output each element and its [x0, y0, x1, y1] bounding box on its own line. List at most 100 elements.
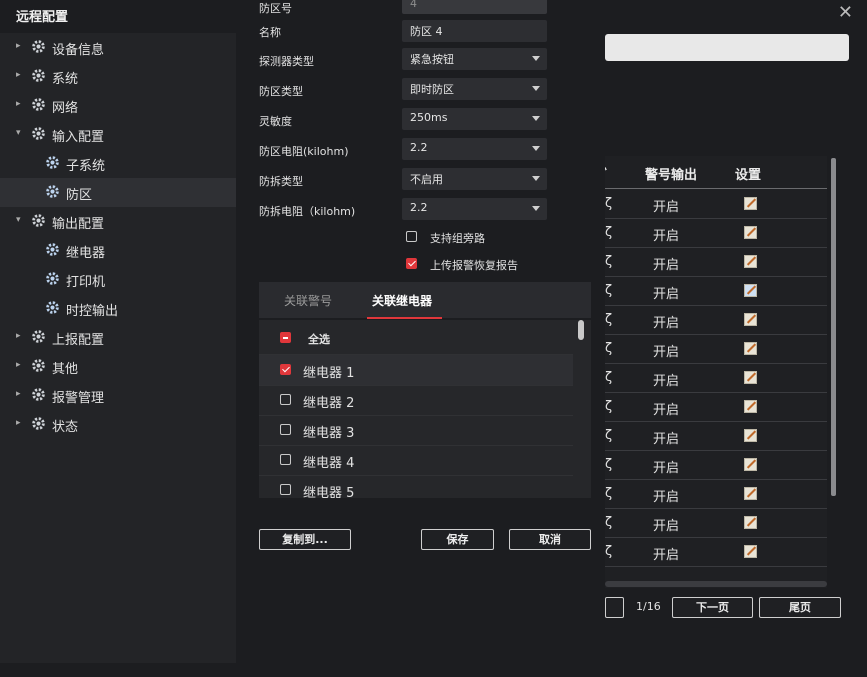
table-row[interactable]: ζ 开启: [605, 421, 827, 451]
edit-icon[interactable]: [744, 255, 757, 268]
table-cell-clipped: ζ: [605, 428, 613, 443]
table-row[interactable]: ζ 开启: [605, 334, 827, 364]
chevron-down-icon[interactable]: ▾: [16, 215, 21, 225]
tamper-resistor-value: 2.2: [410, 201, 428, 214]
table-cell-clipped: ζ: [605, 399, 613, 414]
sidebar-item[interactable]: ▸ 其他: [0, 352, 236, 381]
search-input[interactable]: [605, 34, 849, 61]
chevron-right-icon[interactable]: ▸: [16, 70, 21, 80]
edit-icon[interactable]: [744, 429, 757, 442]
edit-icon[interactable]: [744, 226, 757, 239]
sidebar-item[interactable]: ▸ 设备信息: [0, 33, 236, 62]
edit-icon[interactable]: [744, 284, 757, 297]
sidebar-item[interactable]: ▸ 上报配置: [0, 323, 236, 352]
restore-report-checkbox[interactable]: [406, 258, 417, 269]
sidebar-item[interactable]: ▸ 状态: [0, 410, 236, 439]
edit-icon[interactable]: [744, 197, 757, 210]
name-field[interactable]: 防区 4: [402, 20, 547, 42]
detector-type-select[interactable]: 紧急按钮: [402, 48, 547, 70]
table-row[interactable]: ζ 开启: [605, 450, 827, 480]
relay-checkbox[interactable]: [280, 394, 291, 405]
siren-output-cell: 开启: [653, 258, 680, 273]
table-row[interactable]: ζ 开启: [605, 276, 827, 306]
zone-type-value: 即时防区: [410, 83, 454, 96]
chevron-right-icon[interactable]: ▸: [16, 418, 21, 428]
window-title: 远程配置: [16, 10, 69, 25]
group-bypass-label: 支持组旁路: [430, 232, 485, 245]
chevron-right-icon[interactable]: ▸: [16, 360, 21, 370]
sidebar-item[interactable]: ▸ 网络: [0, 91, 236, 120]
copy-to-button[interactable]: 复制到...: [259, 529, 351, 550]
siren-output-cell: 开启: [653, 287, 680, 302]
table-row[interactable]: ζ 开启: [605, 247, 827, 277]
edit-icon[interactable]: [744, 458, 757, 471]
chevron-right-icon[interactable]: ▸: [16, 331, 21, 341]
close-icon[interactable]: ✕: [838, 2, 853, 23]
chevron-down-icon[interactable]: ▾: [16, 128, 21, 138]
table-row[interactable]: ζ 开启: [605, 479, 827, 509]
relay-list-scrollbar[interactable]: [578, 320, 584, 340]
edit-icon[interactable]: [744, 545, 757, 558]
save-button[interactable]: 保存: [421, 529, 494, 550]
zone-resistor-select[interactable]: 2.2: [402, 138, 547, 160]
relay-row[interactable]: 继电器 3: [259, 415, 573, 446]
sidebar-item[interactable]: 时控输出: [0, 294, 236, 323]
table-row[interactable]: ζ 开启: [605, 218, 827, 248]
tamper-type-select[interactable]: 不启用: [402, 168, 547, 190]
gear-icon: [31, 387, 47, 403]
relay-row[interactable]: 继电器 5: [259, 475, 573, 498]
edit-icon[interactable]: [744, 371, 757, 384]
edit-icon[interactable]: [744, 516, 757, 529]
table-row[interactable]: ζ 开启: [605, 305, 827, 335]
sidebar-item[interactable]: 继电器: [0, 236, 236, 265]
chevron-down-icon: [532, 56, 540, 61]
sidebar-item[interactable]: ▸ 报警管理: [0, 381, 236, 410]
zone-type-select[interactable]: 即时防区: [402, 78, 547, 100]
table-row[interactable]: ζ 开启: [605, 363, 827, 393]
chevron-right-icon[interactable]: ▸: [16, 99, 21, 109]
table-cell-clipped: ζ: [605, 515, 613, 530]
next-page-button[interactable]: 下一页: [672, 597, 753, 618]
table-row[interactable]: ζ 开启: [605, 537, 827, 567]
sidebar-item[interactable]: 打印机: [0, 265, 236, 294]
tamper-resistor-select[interactable]: 2.2: [402, 198, 547, 220]
relay-checkbox[interactable]: [280, 484, 291, 495]
relay-row[interactable]: 继电器 4: [259, 445, 573, 476]
table-row[interactable]: ζ 开启: [605, 508, 827, 538]
page-input[interactable]: [605, 597, 624, 618]
relay-row[interactable]: 继电器 1: [259, 355, 573, 386]
siren-output-header: 警号输出: [645, 168, 698, 183]
siren-output-cell: 开启: [653, 374, 680, 389]
cancel-button[interactable]: 取消: [509, 529, 591, 550]
table-row[interactable]: ζ 开启: [605, 189, 827, 219]
clipped-header: ﾞ: [605, 168, 610, 183]
edit-icon[interactable]: [744, 313, 757, 326]
sidebar-item[interactable]: 防区: [0, 178, 236, 207]
sidebar-item[interactable]: ▾ 输出配置: [0, 207, 236, 236]
relay-checkbox[interactable]: [280, 424, 291, 435]
edit-icon[interactable]: [744, 400, 757, 413]
table-vertical-scrollbar[interactable]: [831, 158, 836, 496]
relay-checkbox[interactable]: [280, 364, 291, 375]
table-row[interactable]: ζ 开启: [605, 392, 827, 422]
sensitivity-select[interactable]: 250ms: [402, 108, 547, 130]
tab-linked-siren[interactable]: 关联警号: [284, 292, 332, 309]
relay-row[interactable]: 继电器 2: [259, 385, 573, 416]
gear-icon: [45, 242, 61, 258]
sidebar-item[interactable]: ▸ 系统: [0, 62, 236, 91]
last-page-button[interactable]: 尾页: [759, 597, 841, 618]
select-all-row[interactable]: 全选: [259, 322, 573, 355]
edit-icon[interactable]: [744, 487, 757, 500]
settings-header: 设置: [735, 168, 762, 183]
group-bypass-checkbox[interactable]: [406, 231, 417, 242]
table-horizontal-scrollbar[interactable]: [605, 581, 827, 587]
chevron-right-icon[interactable]: ▸: [16, 41, 21, 51]
chevron-right-icon[interactable]: ▸: [16, 389, 21, 399]
relay-checkbox[interactable]: [280, 454, 291, 465]
sidebar-item[interactable]: 子系统: [0, 149, 236, 178]
sidebar-item[interactable]: ▾ 输入配置: [0, 120, 236, 149]
siren-output-cell: 开启: [653, 403, 680, 418]
tab-linked-relay[interactable]: 关联继电器: [372, 292, 432, 309]
edit-icon[interactable]: [744, 342, 757, 355]
select-all-checkbox[interactable]: [280, 332, 291, 343]
